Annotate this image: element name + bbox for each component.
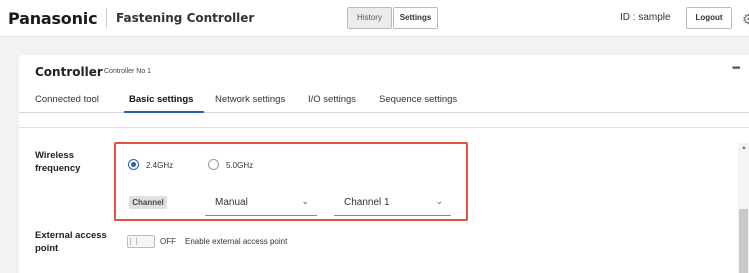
brand-logo: Panasonic	[8, 9, 98, 28]
tab-connected-tool[interactable]: Connected tool	[35, 94, 99, 105]
gear-icon[interactable]: ⚙	[742, 11, 749, 28]
radio-2-4ghz[interactable]	[128, 159, 139, 170]
user-id-label: ID : sample	[620, 12, 671, 23]
toggle-description: Enable external access point	[185, 237, 288, 246]
channel-mode-value: Manual	[215, 197, 248, 208]
tab-io-settings[interactable]: I/O settings	[308, 94, 356, 105]
wireless-frequency-label: Wireless frequency	[35, 149, 80, 175]
channel-mode-select[interactable]: Manual ⌄	[205, 192, 317, 216]
radio-2-4ghz-label: 2.4GHz	[146, 161, 174, 170]
label-line: point	[35, 243, 59, 254]
ellipsis-icon[interactable]: •••	[732, 63, 740, 74]
toggle-knob	[130, 238, 137, 245]
header-divider	[106, 8, 107, 28]
radio-5-0ghz[interactable]	[208, 159, 219, 170]
chevron-down-icon: ⌄	[301, 196, 309, 206]
app-title: Fastening Controller	[116, 11, 255, 25]
scroll-up-icon[interactable]: ▲	[741, 145, 747, 151]
scroll-thumb[interactable]	[739, 209, 748, 273]
active-tab-indicator	[124, 111, 204, 113]
chevron-down-icon: ⌄	[435, 196, 443, 206]
external-access-label: External access point	[35, 229, 107, 255]
settings-tabs: Connected tool Basic settings Network se…	[19, 89, 749, 113]
tab-sequence-settings[interactable]: Sequence settings	[379, 94, 457, 105]
label-line: frequency	[35, 163, 81, 174]
channel-label: Channel	[129, 196, 167, 209]
channel-select[interactable]: Channel 1 ⌄	[334, 192, 451, 216]
label-line: External access	[35, 230, 107, 241]
toggle-state: OFF	[160, 237, 176, 246]
controller-card: Controller Controller No 1 ••• Connected…	[19, 55, 749, 273]
label-line: Wireless	[35, 150, 74, 161]
card-title: Controller	[35, 65, 103, 79]
external-access-toggle[interactable]	[127, 235, 155, 248]
controller-number: Controller No 1	[104, 68, 152, 75]
channel-value: Channel 1	[344, 197, 390, 208]
settings-button[interactable]: Settings	[393, 7, 438, 29]
radio-5-0ghz-label: 5.0GHz	[226, 161, 254, 170]
history-button[interactable]: History	[347, 7, 392, 29]
app-header: Panasonic Fastening Controller History S…	[0, 0, 749, 37]
vertical-scrollbar[interactable]: ▲	[738, 143, 749, 273]
tab-network-settings[interactable]: Network settings	[215, 94, 285, 105]
logout-button[interactable]: Logout	[686, 7, 732, 29]
tab-basic-settings[interactable]: Basic settings	[129, 94, 193, 105]
section-divider	[19, 127, 749, 128]
